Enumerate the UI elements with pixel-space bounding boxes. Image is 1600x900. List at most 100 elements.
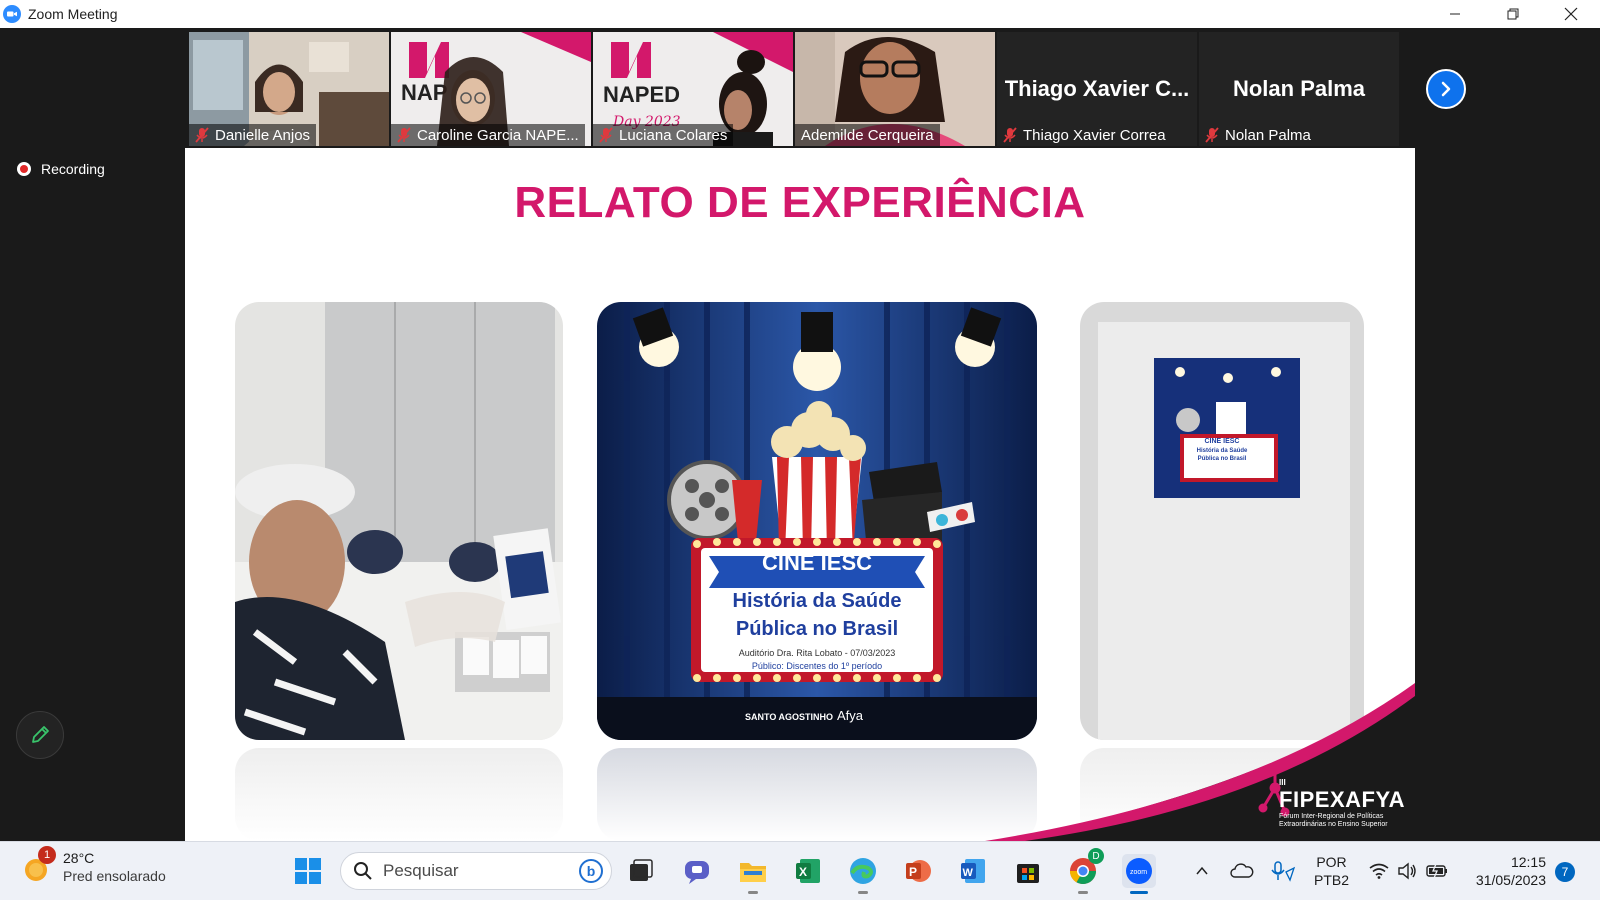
svg-text:NAP: NAP [401,80,447,105]
participant-name: Nolan Palma [1225,126,1311,144]
store-icon [1017,864,1039,883]
speaker-icon [1398,862,1416,880]
powerpoint-icon: P [906,860,931,882]
participant-tile[interactable]: NAP Caroline Garcia NAPE... [391,32,591,146]
participant-name: Caroline Garcia NAPE... [417,126,579,144]
file-explorer-button[interactable] [736,854,770,894]
logo-name: FIPEXAFYA [1279,787,1405,812]
battery-charging-icon [1426,863,1447,879]
meeting-area: Danielle Anjos NAP Caroline Garcia NAPE.… [0,28,1600,841]
running-indicator [1078,891,1088,894]
taskbar: 1 28°C Pred ensolarado b X P W [0,841,1600,900]
participant-tile[interactable]: NAPED Day 2023 Luciana Colares [593,32,793,146]
fipexafya-logo: III FIPEXAFYA Fórum Inter-Regional de Po… [1279,778,1405,829]
minimize-button[interactable] [1426,0,1484,28]
chevron-right-icon [1441,81,1451,97]
slide-corner-decoration [985,683,1415,841]
windows-icon [295,858,321,884]
excel-icon: X [796,859,820,883]
onedrive-cloud-icon [1230,863,1254,878]
powerpoint-button[interactable]: P [901,854,935,888]
participant-name: Luciana Colares [619,126,728,144]
participant-tile-active-speaker[interactable]: Ademilde Cerqueira [795,32,995,146]
participant-display-name: Nolan Palma [1232,76,1366,101]
zoom-button[interactable]: zoom [1122,854,1156,894]
clock-time: 12:15 [1510,854,1546,870]
chrome-profile-badge: D [1088,848,1104,864]
muted-mic-icon [195,127,209,143]
edge-button[interactable] [846,854,880,894]
sun-icon: 1 [22,846,56,884]
minimize-icon [1450,13,1460,15]
start-button[interactable] [291,854,325,888]
close-icon [1564,7,1578,21]
word-icon: W [961,859,985,883]
clock-date: 31/05/2023 [1475,872,1546,888]
running-indicator [858,891,868,894]
volume-button[interactable] [1390,854,1424,888]
pencil-icon [32,726,49,743]
keyboard-layout: PTB2 [1314,872,1350,888]
excel-button[interactable]: X [791,854,825,888]
close-button[interactable] [1542,0,1600,28]
running-indicator [748,891,758,894]
participant-tile[interactable]: Danielle Anjos [189,32,389,146]
chevron-up-icon [1196,866,1208,875]
participant-tile[interactable]: Nolan Palma Nolan Palma [1199,32,1399,146]
active-indicator [1130,891,1148,894]
restore-icon [1507,8,1519,20]
teams-icon [685,861,709,884]
participant-name: Thiago Xavier Correa [1023,126,1166,144]
chrome-button[interactable]: D [1066,848,1104,894]
microphone-in-use-button[interactable] [1266,854,1300,888]
muted-mic-icon [1205,127,1219,143]
bing-icon[interactable]: b [579,859,603,883]
taskbar-search[interactable]: b [340,852,612,890]
svg-text:zoom: zoom [1130,869,1147,876]
participant-name: Danielle Anjos [215,126,311,144]
shared-slide: RELATO DE EXPERIÊNCIA CINE IESC História… [185,148,1415,841]
store-button[interactable] [1011,854,1045,888]
svg-text:X: X [799,865,807,879]
task-view-icon [630,859,653,881]
next-participants-button[interactable] [1426,69,1466,109]
onedrive-button[interactable] [1225,854,1259,888]
weather-temperature: 28°C [63,850,95,866]
microphone-icon [1271,861,1296,882]
participant-strip: Danielle Anjos NAP Caroline Garcia NAPE.… [189,32,1411,146]
svg-text:W: W [963,867,974,879]
recording-indicator[interactable]: Recording [17,161,105,177]
restore-button[interactable] [1484,0,1542,28]
svg-text:P: P [909,865,917,879]
svg-text:NAPED: NAPED [603,82,680,107]
recording-label: Recording [41,161,105,177]
muted-mic-icon [1003,127,1017,143]
record-icon [17,162,31,176]
language-code: POR [1316,854,1347,870]
annotate-button[interactable] [16,711,64,759]
file-explorer-icon [740,863,766,882]
task-view-button[interactable] [624,854,658,888]
muted-mic-icon [599,127,613,143]
participant-name: Ademilde Cerqueira [801,126,934,144]
teams-button[interactable] [680,854,714,888]
search-input[interactable] [383,861,573,881]
search-icon [354,862,372,880]
window-title: Zoom Meeting [28,6,118,22]
title-bar: Zoom Meeting [0,0,1600,28]
system-clock[interactable]: 12:15 31/05/2023 [1464,853,1546,889]
participant-display-name: Thiago Xavier C... [1004,76,1190,101]
logo-roman-numeral: III [1279,778,1286,787]
input-language[interactable]: POR PTB2 [1314,853,1349,889]
participant-tile[interactable]: Thiago Xavier C... Thiago Xavier Correa [997,32,1197,146]
show-hidden-icons-button[interactable] [1185,854,1219,888]
word-button[interactable]: W [956,854,990,888]
zoom-app-icon [3,5,21,23]
weather-widget[interactable]: 1 28°C Pred ensolarado [22,846,166,884]
logo-subtitle: Fórum Inter-Regional de Políticas Extrao… [1279,813,1388,828]
muted-mic-icon [397,127,411,143]
edge-icon [850,858,876,884]
weather-description: Pred ensolarado [63,868,166,884]
battery-button[interactable] [1420,854,1454,888]
notification-center-badge[interactable]: 7 [1555,862,1575,882]
